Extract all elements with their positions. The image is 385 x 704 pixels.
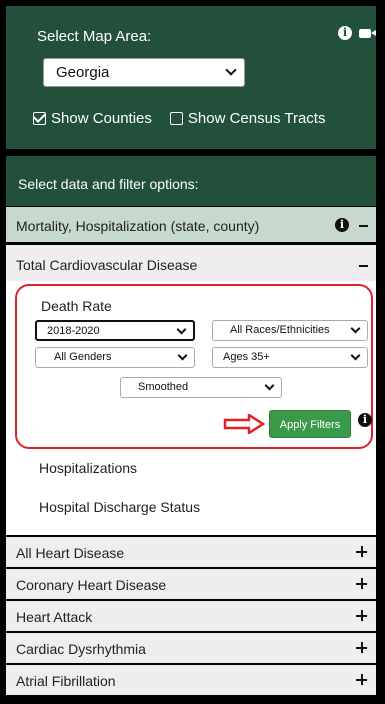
measure-death-rate[interactable]: Death Rate [41,298,112,314]
accordion-label: Cardiac Dysrhythmia [16,641,146,657]
gender-select[interactable]: All Genders [35,347,195,368]
race-select-value: All Races/Ethnicities [230,324,330,336]
accordion-heart-attack[interactable]: Heart Attack [6,601,376,631]
info-icon[interactable]: i [335,218,349,232]
chevron-down-icon [225,64,237,76]
subcategory-total-cvd[interactable]: Total Cardiovascular Disease [6,245,376,281]
expand-icon[interactable] [356,642,367,653]
accordion-label: Coronary Heart Disease [16,577,167,593]
smoothing-select-value: Smoothed [138,381,189,393]
accordion-label: Heart Attack [16,609,93,625]
measure-hospitalizations[interactable]: Hospitalizations [39,460,137,476]
accordion-all-heart-disease[interactable]: All Heart Disease [6,537,376,567]
category-mortality-hospitalization[interactable]: Mortality, Hospitalization (state, count… [6,207,376,242]
show-tracts-label[interactable]: Show Census Tracts [188,110,326,127]
chevron-down-icon [177,350,188,361]
accordion-coronary-heart-disease[interactable]: Coronary Heart Disease [6,569,376,599]
info-icon[interactable]: i [358,413,372,427]
expand-icon[interactable] [356,546,367,557]
expand-icon[interactable] [356,674,367,685]
expand-icon[interactable] [356,578,367,589]
top-icons: i [338,26,376,40]
state-select[interactable]: Georgia [43,58,245,87]
show-counties-label[interactable]: Show Counties [51,110,152,127]
video-icon[interactable] [359,28,376,38]
apply-filters-button[interactable]: Apply Filters [269,410,351,438]
chevron-down-icon [176,324,187,335]
arrow-right-icon [223,414,265,434]
accordion-label: Atrial Fibrillation [16,673,116,689]
category-label: Mortality, Hospitalization (state, count… [16,218,260,234]
accordion-cardiac-dysrhythmia[interactable]: Cardiac Dysrhythmia [6,633,376,663]
filter-header: Select data and filter options: [6,156,376,206]
measure-hospital-discharge-status[interactable]: Hospital Discharge Status [39,499,200,515]
collapse-icon[interactable] [359,265,368,267]
age-select-value: Ages 35+ [223,351,270,363]
boundary-options: Show Counties Show Census Tracts [33,110,325,127]
filter-header-title: Select data and filter options: [18,176,199,192]
show-tracts-checkbox[interactable] [169,112,183,125]
show-counties-checkbox[interactable] [33,112,46,125]
subcategory-label: Total Cardiovascular Disease [16,257,198,273]
info-icon[interactable]: i [338,26,352,40]
collapse-icon[interactable] [359,225,368,227]
expand-icon[interactable] [356,610,367,621]
race-select[interactable]: All Races/Ethnicities [212,320,368,341]
age-select[interactable]: Ages 35+ [212,347,368,368]
gender-select-value: All Genders [54,351,112,363]
chevron-down-icon [350,323,361,334]
year-select-value: 2018-2020 [47,325,100,337]
map-area-title: Select Map Area: [37,28,152,45]
year-select[interactable]: 2018-2020 [35,320,195,341]
chevron-down-icon [264,380,275,391]
smoothing-select[interactable]: Smoothed [120,377,282,398]
chevron-down-icon [350,350,361,361]
map-area-section: Select Map Area: i Georgia Show Counties… [6,6,376,149]
accordion-atrial-fibrillation[interactable]: Atrial Fibrillation [6,665,376,695]
accordion-label: All Heart Disease [16,545,125,561]
state-select-value: Georgia [56,64,110,81]
